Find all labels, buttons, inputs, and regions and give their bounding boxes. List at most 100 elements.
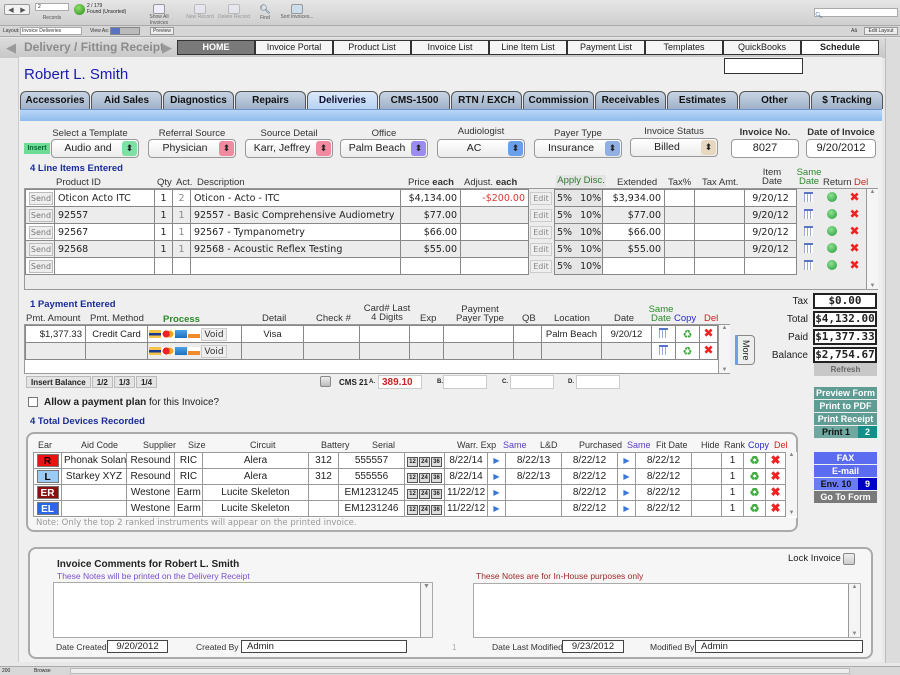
fit-date-cell[interactable]: 8/22/12	[635, 452, 692, 469]
hide-cell[interactable]	[691, 484, 722, 501]
circuit-cell[interactable]: Alera	[202, 468, 309, 485]
rank-cell[interactable]: 1	[721, 468, 744, 485]
item-date-cell[interactable]: 9/20/12	[744, 189, 797, 207]
go-to-form-button[interactable]: Go To Form	[814, 491, 877, 504]
discount-5-button[interactable]: 5%	[557, 210, 572, 221]
warranty-12-button[interactable]: 12	[407, 472, 418, 483]
calendar-icon[interactable]	[803, 225, 813, 236]
copy-icon[interactable]: ♻	[750, 503, 760, 515]
play-arrow-icon[interactable]: ▶	[623, 456, 629, 465]
play-arrow-icon[interactable]: ▶	[623, 504, 629, 513]
tab-estimates[interactable]: Estimates	[667, 91, 738, 109]
qty-cell[interactable]	[154, 257, 173, 275]
purchased-cell[interactable]: 8/22/12	[561, 468, 618, 485]
hide-cell[interactable]	[691, 468, 722, 485]
tab-commission[interactable]: Commission	[523, 91, 594, 109]
nav-line-item-list[interactable]: Line Item List	[489, 40, 567, 55]
play-arrow-icon[interactable]: ▶	[493, 504, 499, 513]
find-button[interactable]: 🔍︎ Find	[256, 4, 274, 21]
act-cell[interactable]: 2	[172, 189, 191, 207]
adjust-cell[interactable]	[460, 206, 529, 224]
sort-button[interactable]: Sort Invoices...	[280, 4, 314, 20]
adjust-cell[interactable]	[460, 240, 529, 258]
ld-cell[interactable]: 8/22/13	[505, 468, 562, 485]
supplier-cell[interactable]: Resound	[126, 468, 175, 485]
textarea-dropdown-icon[interactable]: ▼	[420, 583, 432, 637]
nav-invoice-portal[interactable]: Invoice Portal	[255, 40, 333, 55]
discount-10-button[interactable]: 10%	[580, 244, 601, 255]
prev-layout-icon[interactable]: ◀	[6, 40, 16, 56]
invoice-date-field[interactable]: 9/20/2012	[806, 139, 876, 158]
record-number-input[interactable]: 2	[35, 3, 69, 11]
half-button[interactable]: 1/2	[91, 376, 113, 388]
prev-record-icon[interactable]: ◀	[8, 6, 13, 14]
product-id-cell[interactable]: 92567	[54, 223, 155, 241]
fax-button[interactable]: FAX	[814, 452, 877, 465]
hide-cell[interactable]	[691, 500, 722, 517]
mode-select[interactable]: Browse	[34, 668, 51, 674]
description-cell[interactable]: 92568 - Acoustic Reflex Testing	[190, 240, 401, 258]
delete-icon[interactable]: ✖	[770, 454, 780, 467]
aid-code-cell[interactable]: Starkey XYZ	[61, 468, 127, 485]
qb-cell[interactable]	[513, 325, 542, 343]
play-arrow-icon[interactable]: ▶	[493, 472, 499, 481]
product-id-cell[interactable]: 92568	[54, 240, 155, 258]
tab-diagnostics[interactable]: Diagnostics	[163, 91, 234, 109]
nav-invoice-list[interactable]: Invoice List	[411, 40, 489, 55]
more-button[interactable]: More	[735, 335, 755, 365]
price-cell[interactable]: $4,134.00	[400, 189, 461, 207]
quarter-button[interactable]: 1/4	[135, 376, 158, 388]
edit-layout-button[interactable]: Edit Layout	[864, 27, 898, 35]
delete-icon[interactable]: ✖	[770, 486, 780, 499]
qty-cell[interactable]: 1	[154, 206, 173, 224]
tax-pct-cell[interactable]	[664, 240, 695, 258]
void-button[interactable]: Void	[201, 327, 227, 341]
source-detail-select[interactable]: Karr, Jeffrey ⬍	[245, 139, 333, 158]
inhouse-scrollbar[interactable]: ▲ ▼	[848, 584, 860, 637]
price-cell[interactable]	[400, 257, 461, 275]
qty-cell[interactable]: 1	[154, 240, 173, 258]
serial-cell[interactable]: EM1231246	[338, 500, 405, 517]
third-button[interactable]: 1/3	[113, 376, 135, 388]
discount-5-button[interactable]: 5%	[557, 244, 572, 255]
serial-cell[interactable]: EM1231245	[338, 484, 405, 501]
ld-cell[interactable]	[505, 500, 562, 517]
warranty-12-button[interactable]: 12	[407, 456, 418, 467]
nav-templates[interactable]: Templates	[645, 40, 723, 55]
ear-badge[interactable]: L	[36, 470, 59, 483]
copy-icon[interactable]: ♻	[750, 455, 760, 467]
act-cell[interactable]: 1	[172, 240, 191, 258]
product-id-cell[interactable]: Oticon Acto ITC	[54, 189, 155, 207]
supplier-cell[interactable]: Resound	[126, 452, 175, 469]
discover-icon[interactable]	[188, 347, 200, 355]
horizontal-scrollbar[interactable]	[70, 668, 850, 674]
discount-5-button[interactable]: 5%	[557, 227, 572, 238]
lock-invoice-checkbox[interactable]	[843, 553, 855, 565]
tab-aid-sales[interactable]: Aid Sales	[91, 91, 162, 109]
tab-receivables[interactable]: Receivables	[595, 91, 666, 109]
return-icon[interactable]	[826, 259, 837, 270]
delete-icon[interactable]: ✖	[770, 502, 780, 515]
pmt-amount-cell[interactable]: $1,377.33	[25, 325, 86, 343]
delete-icon[interactable]: ✖	[849, 258, 859, 272]
edit-button[interactable]: Edit	[530, 259, 552, 273]
quick-find-input[interactable]: 🔍︎	[814, 8, 898, 19]
amex-icon[interactable]	[175, 330, 187, 338]
discount-10-button[interactable]: 10%	[580, 261, 601, 272]
supplier-cell[interactable]: Westone	[126, 500, 175, 517]
warr-exp-cell[interactable]: 8/22/14	[444, 468, 488, 485]
size-cell[interactable]: Earm	[174, 484, 203, 501]
hide-cell[interactable]	[691, 452, 722, 469]
email-button[interactable]: E-mail	[814, 465, 877, 478]
zoom-level[interactable]: 200	[2, 668, 10, 674]
visa-icon[interactable]	[149, 330, 161, 338]
aid-code-cell[interactable]	[61, 484, 127, 501]
tab-deliveries[interactable]: Deliveries	[307, 91, 378, 109]
purchased-cell[interactable]: 8/22/12	[561, 500, 618, 517]
tab-accessories[interactable]: Accessories	[20, 91, 90, 109]
return-icon[interactable]	[826, 191, 837, 202]
serial-cell[interactable]: 555556	[338, 468, 405, 485]
warranty-24-button[interactable]: 24	[419, 504, 430, 515]
card4-cell[interactable]	[359, 342, 410, 360]
referral-select[interactable]: Physician ⬍	[148, 139, 236, 158]
